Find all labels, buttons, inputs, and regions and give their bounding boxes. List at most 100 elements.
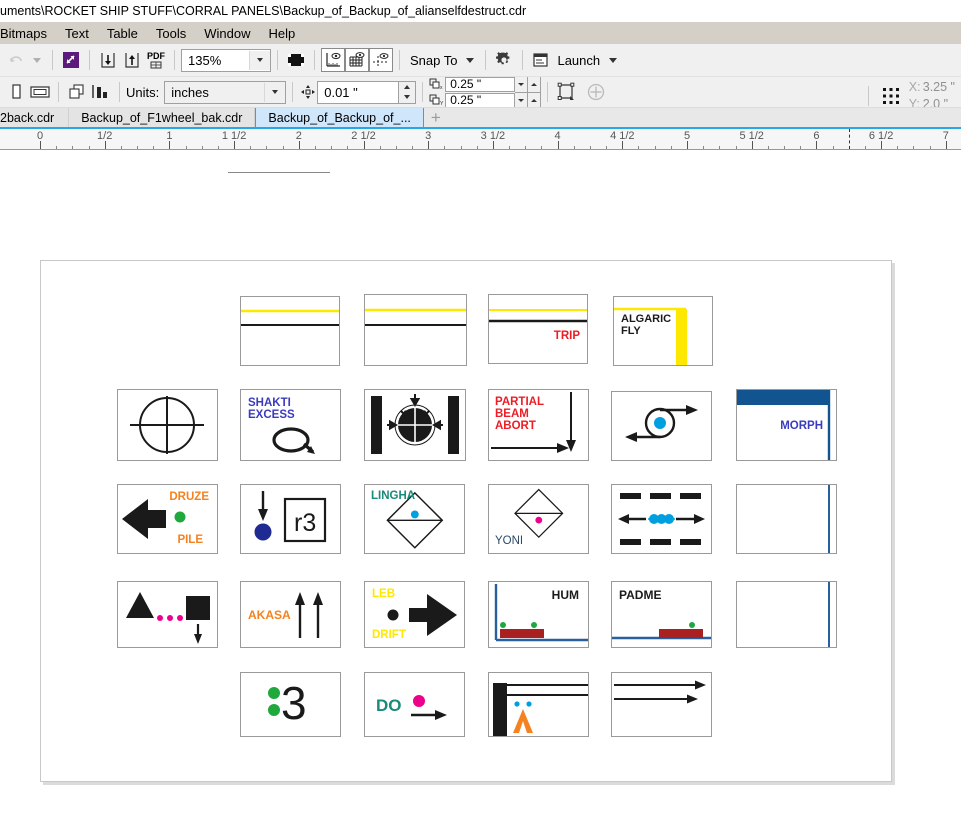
publish-to-pdf-icon[interactable]: PDF [144,48,168,72]
menu-item-bitmaps[interactable]: Bitmaps [0,24,56,43]
treat-objects-as-filled-icon[interactable] [554,80,578,104]
ruler-tick-minor [913,146,915,149]
panel-r5c3-do[interactable]: DO [364,672,465,737]
undo-icon[interactable] [4,48,28,72]
property-bar: Units: inches 0.01 " x 0.25 " Y 0.25 " X… [0,77,961,108]
show-guides-icon[interactable] [369,48,393,72]
coordinate-x-key: X: [908,80,921,94]
panel-r1c1[interactable] [240,296,340,366]
import-icon[interactable] [96,48,120,72]
plus-circle-icon[interactable] [584,80,608,104]
duplicate-y-field[interactable]: 0.25 " [445,92,516,107]
units-dropdown-button[interactable] [264,82,286,102]
ruler-tick-minor [670,146,672,149]
all-pages-icon[interactable] [65,80,89,104]
document-tab-2back[interactable]: 2back.cdr [0,108,70,127]
nudge-offset-icon[interactable] [299,80,317,104]
panel-r4c2-akasa[interactable]: AKASA [240,581,341,648]
undo-dropdown-caret[interactable] [33,57,41,63]
full-screen-preview-icon[interactable] [284,48,308,72]
duplicate-x-spin-up[interactable] [528,77,542,93]
object-size-grid-icon[interactable] [879,84,903,108]
menu-item-tools[interactable]: Tools [147,24,195,43]
show-grid-icon[interactable] [345,48,369,72]
zoom-level-combo[interactable]: 135% [181,48,271,72]
current-page-only-icon[interactable] [89,80,113,104]
panel-r2c6-morph[interactable]: MORPH [736,389,837,461]
panel-r4c6-blank-blue-line[interactable] [736,581,837,648]
nudge-spinner[interactable] [399,80,417,104]
export-icon[interactable] [120,48,144,72]
panel-r1c2[interactable] [364,294,467,366]
object-position-cluster: X: 3.25 " Y: 2.0 " [862,79,955,108]
ruler-tick-minor [784,146,786,149]
duplicate-x-field[interactable]: 0.25 " [445,77,516,92]
portrait-orientation-icon[interactable] [4,80,28,104]
panel-r2c1-crosshair[interactable] [117,389,218,461]
ruler-label: 3 [425,130,432,142]
ruler-tick-minor [703,146,705,149]
panel-r4c3-leb-drift[interactable]: LEB DRIFT [364,581,465,648]
panel-label-r3: r3 [294,509,317,537]
document-tab-backup-active[interactable]: Backup_of_Backup_of_... [255,108,424,127]
launch-caret-icon[interactable] [609,57,618,63]
zoom-dropdown-button[interactable] [249,50,270,70]
duplicate-y-spin-up[interactable] [528,91,542,107]
show-rulers-icon[interactable] [321,48,345,72]
panel-r5c2-three[interactable]: 3 [240,672,341,737]
menu-item-table[interactable]: Table [98,24,147,43]
ruler-tick-minor [832,146,834,149]
ruler-tick-minor [638,146,640,149]
ruler-tick-minor [250,146,252,149]
plus-icon: + [430,108,441,127]
panel-r2c3-beam-bars[interactable] [364,389,466,461]
panel-r2c5-circle-arrows[interactable] [611,391,712,461]
spin-up-icon [531,82,538,86]
units-combo[interactable]: inches [164,80,287,104]
nudge-spin-down[interactable] [399,92,415,103]
drawing-canvas[interactable]: TRIP ALGARIC FLY SHAKTI EXCESS PARTIAL B… [0,172,961,825]
duplicate-x-spin-down[interactable] [515,77,529,93]
import-arrow-down-icon[interactable] [59,48,83,72]
panel-r4c5-padme[interactable]: PADME [611,581,712,648]
panel-r3c2-r3[interactable]: r3 [240,484,341,554]
add-document-tab-button[interactable]: + [424,108,448,127]
toolbar-separator [292,82,294,102]
menu-item-text[interactable]: Text [56,24,98,43]
landscape-orientation-icon[interactable] [28,80,52,104]
panel-r1c4-algaric-fly[interactable]: ALGARIC FLY [613,296,713,366]
horizontal-ruler[interactable]: 0 1/2 1 1 1/2 2 2 1/2 3 3 1/2 4 4 1/2 5 5 1/2 6 6 1/2… [0,129,961,150]
panel-r4c4-hum[interactable]: HUM [488,581,589,648]
panel-r3c6-blank-blue-line[interactable] [736,484,837,554]
panel-r3c5-dashes-arrows[interactable] [611,484,712,554]
gear-options-icon[interactable] [492,48,516,72]
nudge-distance-field[interactable]: 0.01 " [317,80,400,104]
ruler-label: 1 [166,130,173,142]
nudge-spin-up[interactable] [399,82,415,93]
panel-r5c4-lambda[interactable] [488,672,589,737]
panel-r5c5-double-arrow[interactable] [611,672,712,737]
ruler-tick-minor [719,146,721,149]
ruler-tick-minor [120,146,122,149]
menu-item-window[interactable]: Window [195,24,259,43]
panel-r4c1-triangle-square[interactable] [117,581,218,648]
coordinate-y-row: Y: 2.0 " [909,96,955,107]
panel-r3c1-druze-pile[interactable]: DRUZE PILE [117,484,218,554]
launch-icon[interactable] [529,48,553,72]
menu-item-help[interactable]: Help [260,24,305,43]
panel-label-druze: DRUZE [169,491,209,503]
ruler-tick-minor [460,146,462,149]
panel-r3c4-yoni[interactable]: YONI [488,484,589,554]
snap-to-caret-icon[interactable] [466,57,475,63]
snap-to-label[interactable]: Snap To [406,53,461,68]
panel-label-padme: PADME [619,588,662,602]
standard-toolbar: PDF 135% Snap To Launch [0,44,961,77]
panel-r1c3-trip[interactable]: TRIP [488,294,588,364]
panel-r2c2-shakti-excess[interactable]: SHAKTI EXCESS [240,389,341,461]
launch-label[interactable]: Launch [553,53,604,68]
panel-r2c4-partial-beam-abort[interactable]: PARTIAL BEAM ABORT [488,389,589,461]
document-page[interactable]: TRIP ALGARIC FLY SHAKTI EXCESS PARTIAL B… [40,260,892,782]
document-tab-f1wheel[interactable]: Backup_of_F1wheel_bak.cdr [69,108,256,127]
duplicate-y-spin-down[interactable] [515,91,529,107]
panel-r3c3-lingha[interactable]: LINGHA [364,484,465,554]
